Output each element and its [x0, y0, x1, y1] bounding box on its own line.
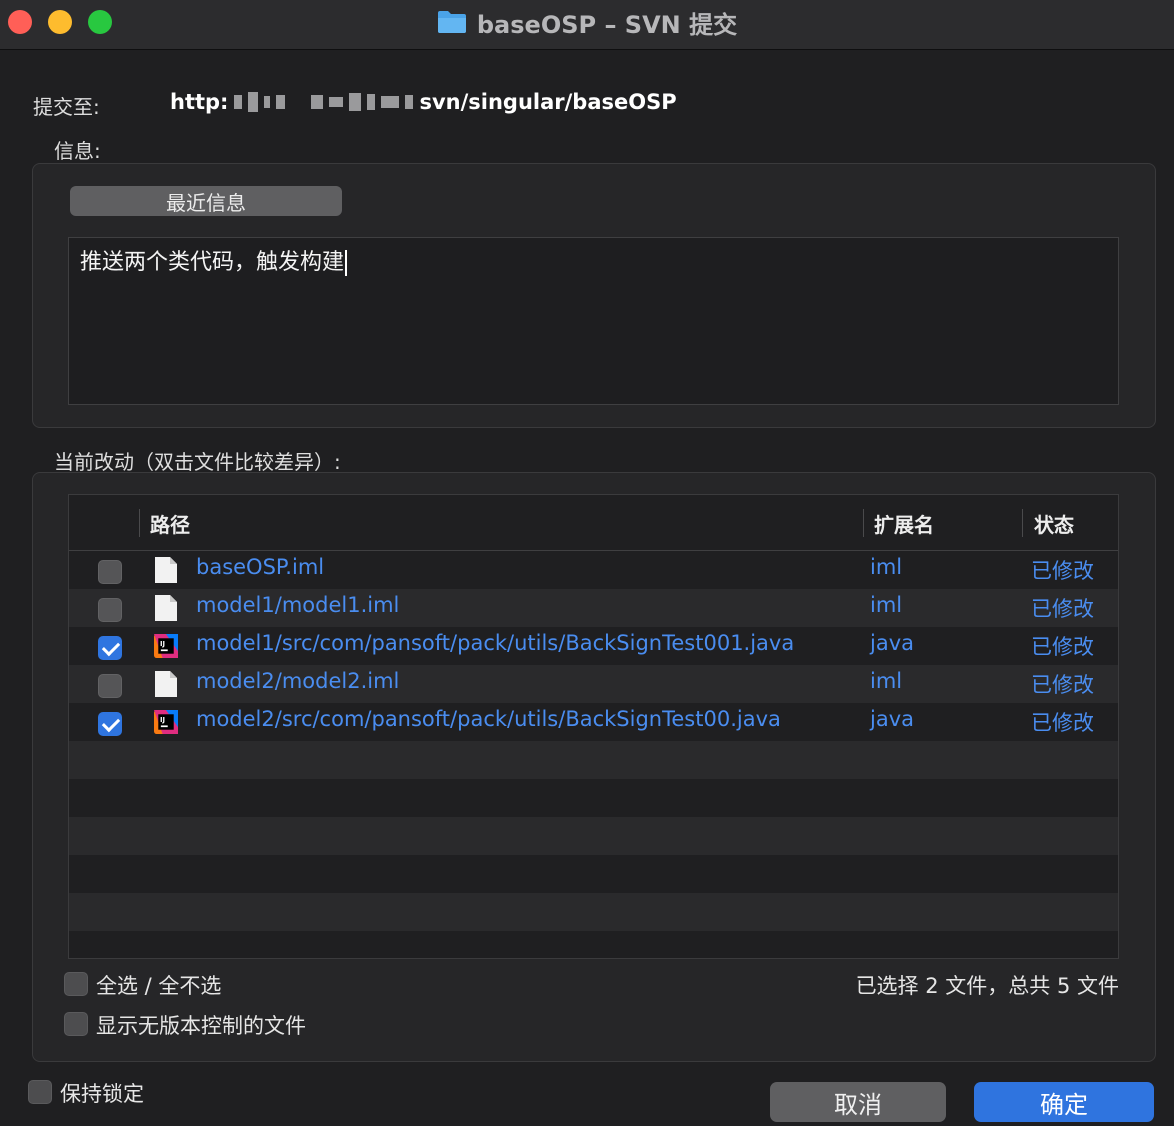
row-checkbox[interactable] [98, 712, 122, 736]
row-checkbox[interactable] [98, 598, 122, 622]
column-divider[interactable] [1022, 509, 1023, 537]
table-row[interactable]: model2/model2.iml iml 已修改 [69, 665, 1118, 703]
svn-commit-window: baseOSP – SVN 提交 提交至: http: svn/singular… [0, 0, 1174, 1126]
empty-row [69, 893, 1118, 931]
row-extension: java [870, 631, 914, 655]
row-checkbox[interactable] [98, 560, 122, 584]
commit-to-label: 提交至: [33, 95, 100, 119]
show-unversioned-label[interactable]: 显示无版本控制的文件 [96, 1010, 306, 1040]
select-all-checkbox[interactable] [64, 972, 88, 996]
selection-summary: 已选择 2 文件，总共 5 文件 [855, 974, 1119, 998]
column-divider[interactable] [139, 509, 140, 537]
row-extension: iml [870, 593, 903, 617]
row-status: 已修改 [1031, 673, 1094, 697]
row-extension: iml [870, 669, 903, 693]
file-icon [155, 595, 177, 621]
table-row[interactable]: IJ model2/src/com/pansoft/pack/utils/Bac… [69, 703, 1118, 741]
row-path: model1/src/com/pansoft/pack/utils/BackSi… [196, 631, 795, 655]
empty-row [69, 779, 1118, 817]
window-title: baseOSP – SVN 提交 [476, 10, 738, 39]
keep-locks-checkbox[interactable] [28, 1080, 52, 1104]
row-status: 已修改 [1031, 597, 1094, 621]
title-bar: baseOSP – SVN 提交 [0, 0, 1174, 50]
changes-table[interactable]: 路径 扩展名 状态 baseOSP.iml iml 已修改 model1/mod… [68, 494, 1119, 959]
file-icon [155, 557, 177, 583]
table-row[interactable]: model1/model1.iml iml 已修改 [69, 589, 1118, 627]
recent-messages-button[interactable]: 最近信息 [70, 186, 342, 216]
row-status: 已修改 [1031, 635, 1094, 659]
file-icon [155, 671, 177, 697]
select-all-label[interactable]: 全选 / 全不选 [96, 970, 221, 1000]
empty-row [69, 855, 1118, 893]
commit-message-text: 推送两个类代码，触发构建 [80, 250, 345, 275]
message-label: 信息: [54, 139, 101, 163]
row-extension: java [870, 707, 914, 731]
row-path: model2/src/com/pansoft/pack/utils/BackSi… [196, 707, 781, 731]
row-checkbox[interactable] [98, 674, 122, 698]
table-header: 路径 扩展名 状态 [69, 495, 1118, 551]
row-status: 已修改 [1031, 559, 1094, 583]
repository-url: http: svn/singular/baseOSP [170, 90, 677, 114]
show-unversioned-checkbox[interactable] [64, 1012, 88, 1036]
row-status: 已修改 [1031, 711, 1094, 735]
row-path: baseOSP.iml [196, 555, 325, 579]
repository-url-path: svn/singular/baseOSP [419, 90, 677, 114]
redacted-host [234, 90, 414, 114]
column-header-ext[interactable]: 扩展名 [874, 509, 934, 538]
intellij-icon: IJ [154, 634, 178, 658]
empty-row [69, 817, 1118, 855]
row-extension: iml [870, 555, 903, 579]
row-path: model2/model2.iml [196, 669, 400, 693]
row-path: model1/model1.iml [196, 593, 400, 617]
svg-text:IJ: IJ [160, 640, 165, 648]
window-title-group: baseOSP – SVN 提交 [0, 5, 1174, 39]
text-cursor [345, 250, 348, 276]
changes-label: 当前改动（双击文件比较差异）: [54, 450, 341, 474]
empty-row [69, 741, 1118, 779]
column-header-status[interactable]: 状态 [1034, 509, 1074, 538]
column-header-path[interactable]: 路径 [150, 509, 190, 538]
column-divider[interactable] [863, 509, 864, 537]
svg-text:IJ: IJ [160, 716, 165, 724]
ok-button[interactable]: 确定 [974, 1082, 1154, 1122]
table-row[interactable]: IJ model1/src/com/pansoft/pack/utils/Bac… [69, 627, 1118, 665]
cancel-button[interactable]: 取消 [770, 1082, 946, 1122]
table-row[interactable]: baseOSP.iml iml 已修改 [69, 551, 1118, 589]
repository-url-prefix: http: [170, 90, 229, 114]
commit-message-input[interactable]: 推送两个类代码，触发构建 [68, 237, 1119, 405]
keep-locks-label[interactable]: 保持锁定 [60, 1078, 144, 1108]
folder-icon [437, 11, 466, 33]
row-checkbox[interactable] [98, 636, 122, 660]
intellij-icon: IJ [154, 710, 178, 734]
